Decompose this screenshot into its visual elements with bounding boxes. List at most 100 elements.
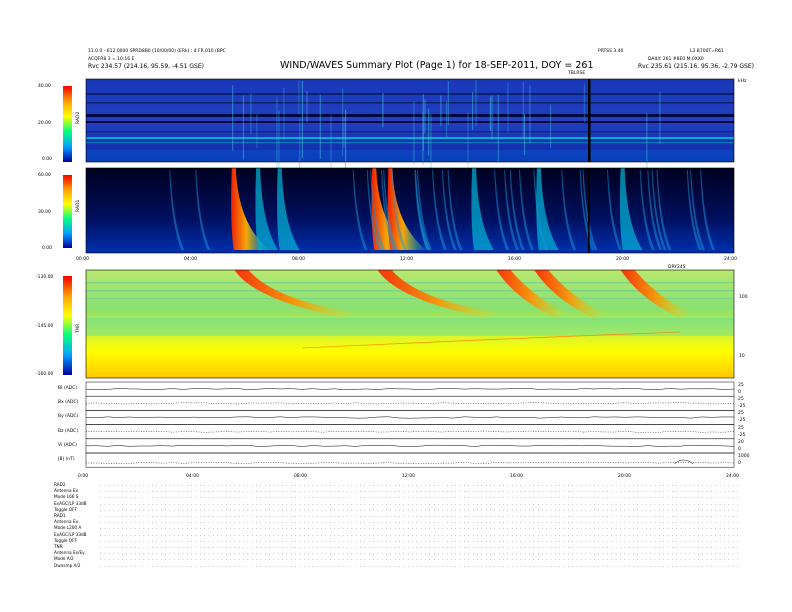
line-panel-label: BI (ADC) [58,386,78,391]
bottom-axis-label: 12:00 [402,474,415,479]
rad2-streak [330,114,332,168]
footer-dots: ........................................… [100,513,740,518]
rad2-label: RAD2 [76,111,81,124]
tnr-tick-bottom: -160.00 [36,372,54,377]
rad2-streak [491,95,493,140]
rad2-streak [440,95,442,127]
footer-line: Mode L200 A [54,525,82,531]
bottom-axis-label: 24:00 [726,474,739,479]
line-panel-right-tick: 25 [738,383,744,388]
footer-line: RAD1 [54,513,66,518]
line-panel-label: |B| (nT) [58,457,75,462]
rad2-tick-mid: 20.00 [38,121,51,126]
line-panel-right-tick: -25 [738,418,746,424]
time-axis-label: 20:00 [616,257,629,262]
footer-dots: ........................................… [100,537,740,543]
rad2-streak [583,84,585,123]
footer-dots: ........................................… [100,556,740,562]
footer-dots: ........................................… [100,550,740,556]
rad1-tick-bottom: 0.00 [42,246,53,251]
footer-line: Antenna Ex/Ey [54,550,85,556]
bottom-axis-label: 16:00 [510,474,523,479]
footer-line: Toggle OFF [54,506,77,512]
footer-line: Mode L66 S [54,494,79,500]
rad2-streak [413,101,415,165]
rad2-streak [242,95,244,160]
time-axis-label: 16:00 [508,257,521,262]
footer-dots: ........................................… [100,562,740,568]
footer-dots: ........................................… [100,500,740,506]
rad2-streak [306,91,308,123]
footer-line: ExAGC/LP 33dB [54,500,87,506]
rad2-streak [382,93,384,127]
rad1-tick-mid: 30.00 [38,210,51,215]
footer-line: Toggle OFF [54,537,77,543]
footer-dots: ........................................… [100,531,740,537]
rad2-tick-top: 40.00 [38,84,51,89]
rad2-streak [522,82,524,137]
footer-dots: ........................................… [100,488,740,494]
rad2-streak [422,94,424,152]
rad2-streak [283,87,285,141]
line-panel-right-tick: 25 [738,425,744,431]
rad2-streak [250,93,252,135]
time-axis-label: 08:00 [292,257,305,262]
rad1-tick-top: 60.00 [38,173,51,178]
line-panel-label: By (ADC) [58,414,79,420]
line-panel-trace [85,388,735,391]
tnr-tick-top: -130.00 [36,275,54,280]
footer-dots: ........................................… [100,544,740,549]
rad2-streak [550,104,552,148]
footer-dots: ........................................… [100,519,740,525]
rad2-streak [475,79,477,127]
rad2-streak [447,81,449,126]
tnr-corner-label: DRY24S [668,265,686,270]
tnr-label: TNR [76,323,81,333]
footer-dots: ........................................… [100,525,740,531]
line-panel-right-tick: -25 [738,432,746,438]
rad2-streak [524,113,526,156]
line-panel-label: Bz (ADC) [58,428,79,434]
time-axis-label: 24:00 [724,257,737,262]
line-panel-right-tick: 0 [738,446,741,452]
footer-line: TNR [54,544,63,549]
rad2-streak [428,108,430,156]
line-panel-frame [85,438,735,454]
time-axis-label: 12:00 [400,257,413,262]
line-panel-arc [674,459,694,465]
footer-dots: ........................................… [100,506,740,512]
line-panel-label: Bx (ADC) [58,400,79,406]
line-panel-right-tick: 20 [738,439,744,445]
line-panel-right-tick: -25 [738,404,746,410]
line-panel-trace [85,402,735,405]
line-panel-right-tick: 0 [738,461,741,466]
tnr-tick-mid: -145.00 [36,324,54,329]
footer-line: ExAGC/LP 33dB [54,531,87,537]
rad2-streak [299,118,301,171]
time-axis-label: 04:00 [184,257,197,262]
line-panel-right-tick: 25 [738,397,744,403]
rad2-streak [497,95,499,164]
rad2-streak [430,113,432,174]
rad2-streak [507,82,509,133]
rad2-streak [343,117,345,148]
line-panel-trace [85,444,735,447]
rad2-streak [301,81,303,158]
rad1-colorbar [63,175,72,248]
rad1-label: RAD1 [76,199,81,212]
footer-line: Antenna Ex [54,488,79,494]
line-panel-frame [85,424,735,440]
line-panel-frame [85,452,735,468]
line-panel-right-tick: 1000 [738,454,750,459]
line-panel-right-tick: 0 [738,390,741,395]
tnr-spectrogram [86,270,734,378]
rad2-streak [529,85,531,144]
bottom-axis-label: 20:00 [618,474,631,479]
footer-line: Antenna Ex [54,519,79,525]
rad2-streak [342,88,344,156]
tnr-colorbar [63,276,72,375]
time-axis-label: 00:00 [76,257,89,262]
footer-line: Mode A/2 [54,556,74,562]
rad2-streak [298,80,300,115]
rad2-streak [659,91,661,144]
